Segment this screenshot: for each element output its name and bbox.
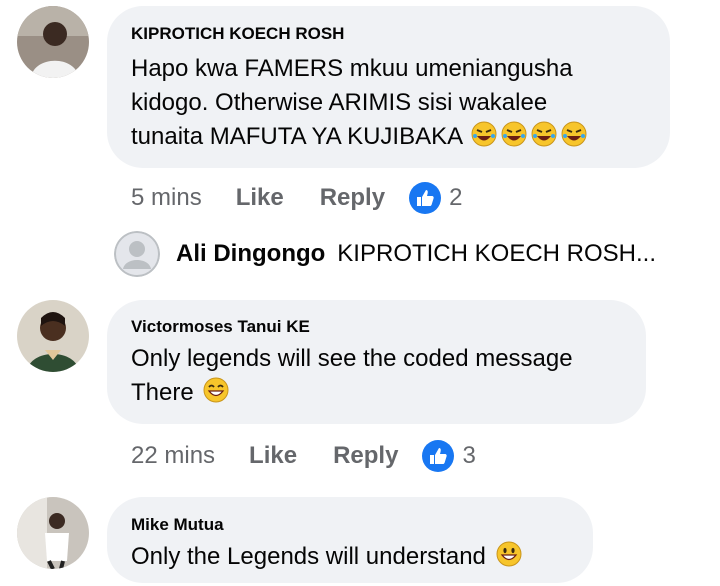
avatar-ali-dingongo[interactable] — [114, 231, 160, 277]
default-avatar-icon — [114, 231, 160, 277]
comment-text-1: Hapo kwa FAMERS mkuu umeniangusha kidogo… — [131, 52, 588, 154]
avatar-photo-icon — [17, 6, 89, 78]
avatar-photo-icon — [17, 300, 89, 372]
like-button[interactable]: Like — [249, 442, 297, 470]
comment-line: tunaita MAFUTA YA KUJIBAKA — [131, 120, 588, 154]
comment-line: Only the Legends will understand — [131, 540, 523, 574]
comment-timestamp[interactable]: 5 mins — [131, 184, 202, 212]
view-reply-row[interactable]: Ali Dingongo KIPROTICH KOECH ROSH... — [114, 230, 656, 278]
comment-line-text: tunaita MAFUTA YA KUJIBAKA — [131, 123, 462, 150]
reaction-count[interactable]: 3 — [462, 442, 475, 470]
comment-timestamp[interactable]: 22 mins — [131, 442, 215, 470]
grinning-face-with-smiling-eyes-icon — [202, 376, 230, 404]
comment-line-text: There — [131, 379, 194, 406]
avatar-kiprotich[interactable] — [17, 6, 89, 78]
reply-author[interactable]: Ali Dingongo — [176, 240, 325, 268]
avatar-mike-mutua[interactable] — [17, 497, 89, 569]
avatar-photo-icon — [17, 497, 89, 569]
avatar-victormoses[interactable] — [17, 300, 89, 372]
comment-actions-2: 22 mins Like Reply 3 — [131, 440, 476, 472]
comment-line-text: Only the Legends will understand — [131, 543, 486, 570]
comment-line: kidogo. Otherwise ARIMIS sisi wakalee — [131, 89, 548, 116]
rolling-on-floor-laughing-icon — [530, 120, 558, 148]
comments-feed: KIPROTICH KOECH ROSH Hapo kwa FAMERS mku… — [0, 0, 720, 586]
reply-preview-text[interactable]: KIPROTICH KOECH ROSH... — [337, 240, 656, 268]
reply-button[interactable]: Reply — [320, 184, 385, 212]
comment-line: There — [131, 376, 573, 410]
rolling-on-floor-laughing-icon — [500, 120, 528, 148]
comment-line: Hapo kwa FAMERS mkuu umeniangusha — [131, 55, 573, 82]
comment-author-2[interactable]: Victormoses Tanui KE — [131, 317, 310, 337]
thumbs-up-icon[interactable] — [422, 440, 455, 472]
comment-author-3[interactable]: Mike Mutua — [131, 515, 224, 535]
like-button[interactable]: Like — [236, 184, 284, 212]
comment-line: Only legends will see the coded message — [131, 345, 573, 372]
comment-text-2: Only legends will see the coded message … — [131, 342, 573, 410]
reply-button[interactable]: Reply — [333, 442, 398, 470]
thumbs-up-icon[interactable] — [409, 182, 442, 214]
rolling-on-floor-laughing-icon — [560, 120, 588, 148]
rolling-on-floor-laughing-icon — [470, 120, 498, 148]
reaction-count[interactable]: 2 — [449, 184, 462, 212]
comment-actions-1: 5 mins Like Reply 2 — [131, 182, 462, 214]
comment-author-1[interactable]: KIPROTICH KOECH ROSH — [131, 24, 344, 44]
grinning-face-icon — [495, 540, 523, 568]
comment-text-3: Only the Legends will understand — [131, 540, 523, 574]
